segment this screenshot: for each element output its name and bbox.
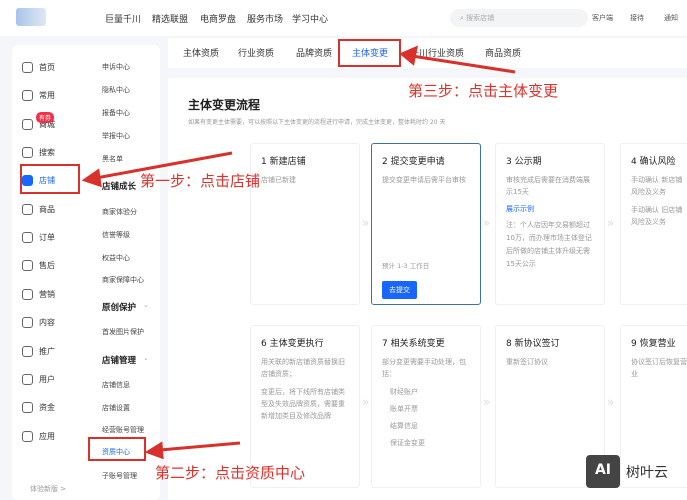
annotation-step3: 第三步：点击主体变更 — [408, 82, 559, 100]
annotation-arrows — [81, 45, 516, 460]
arrow-head-step2 — [144, 441, 164, 460]
annotation-step1: 第一步：点击店铺 — [140, 172, 261, 190]
arrow-head-step1 — [81, 168, 102, 188]
arrow-head-step3 — [399, 45, 419, 66]
arrow-step2 — [159, 441, 241, 452]
watermark-text: 树叶云 — [626, 465, 668, 481]
annotation-step2: 第二步：点击资质中心 — [155, 464, 306, 482]
arrow-step3 — [411, 54, 516, 74]
watermark-logo: AI — [586, 455, 620, 488]
